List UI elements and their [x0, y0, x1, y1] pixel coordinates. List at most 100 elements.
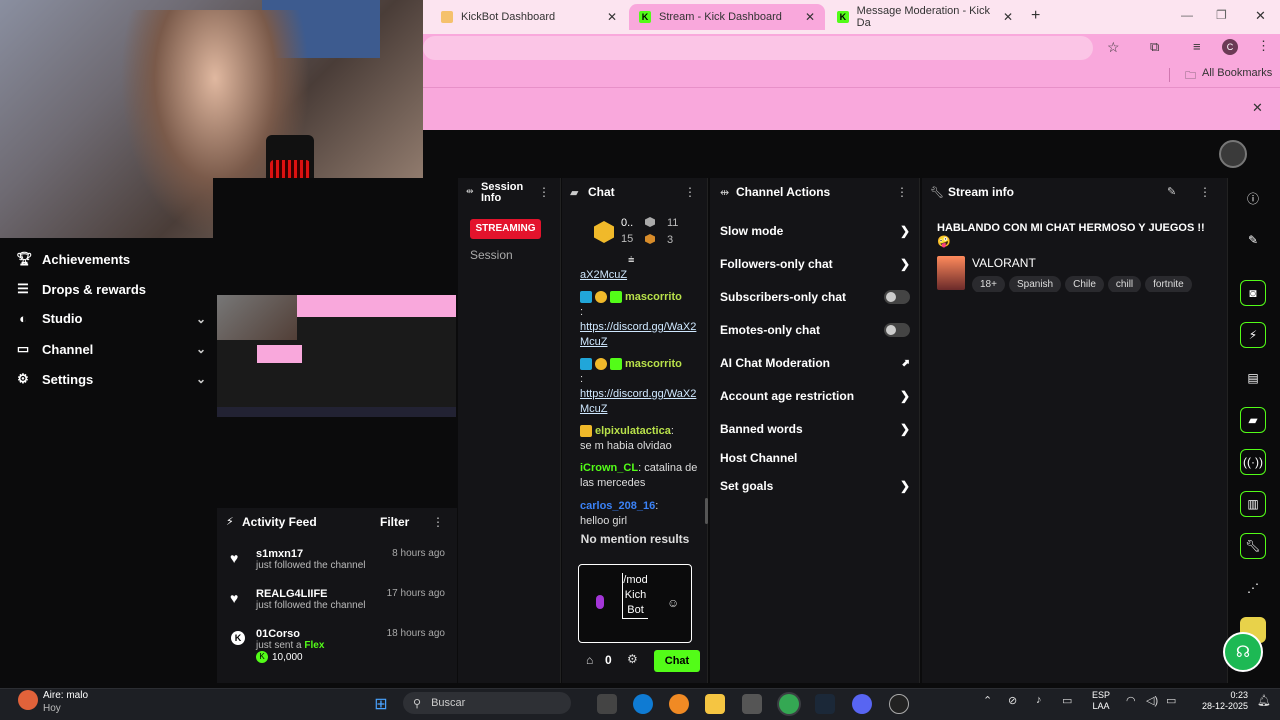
set-goals-item[interactable]: Set goals ❯: [720, 479, 910, 493]
followers-only-item[interactable]: Followers-only chat ❯: [720, 257, 910, 271]
store-app-icon[interactable]: [742, 694, 762, 714]
wifi-icon[interactable]: ◠: [1126, 694, 1136, 707]
firefox-icon[interactable]: [669, 694, 689, 714]
chat-username[interactable]: carlos_208_16: [580, 500, 655, 512]
host-channel-item[interactable]: Host Channel: [720, 451, 910, 465]
send-chat-button[interactable]: Chat: [654, 650, 700, 672]
language-indicator[interactable]: ESP LAA: [1092, 690, 1110, 712]
chevron-up-icon[interactable]: ⌃: [983, 694, 992, 707]
subscribers-only-toggle[interactable]: [884, 290, 910, 304]
chat-scrollbar[interactable]: [705, 498, 708, 524]
drag-handle-icon[interactable]: ⇹: [466, 186, 474, 197]
steam-icon[interactable]: [815, 694, 835, 714]
sidebar-item-achievements[interactable]: 🏆︎ Achievements: [16, 251, 206, 267]
info-icon[interactable]: ⓘ: [1240, 185, 1266, 211]
taskbar-search[interactable]: ⚲ Buscar: [403, 692, 571, 714]
tab-kickbot-dashboard[interactable]: KickBot Dashboard ✕: [431, 4, 627, 30]
weather-title[interactable]: Aire: malo: [43, 690, 88, 701]
all-bookmarks[interactable]: 🗀 All Bookmarks: [1185, 67, 1272, 86]
restore-icon[interactable]: ❐: [1216, 8, 1227, 22]
obs-icon[interactable]: [889, 694, 909, 714]
activity-menu-icon[interactable]: ⋮: [432, 515, 444, 529]
broadcast-icon[interactable]: ((·)): [1240, 449, 1266, 475]
chat-filter-icon[interactable]: ⩧: [628, 254, 634, 267]
url-input[interactable]: [423, 36, 1093, 60]
banned-words-item[interactable]: Banned words ❯: [720, 422, 910, 436]
session-tab[interactable]: Session: [470, 248, 513, 262]
sidebar-item-channel[interactable]: ▭ Channel ⌄: [16, 341, 206, 357]
chat-link[interactable]: https://discord.gg/WaX2McuZ: [580, 388, 696, 415]
chat-username[interactable]: mascorrito: [625, 358, 682, 370]
chat-input-text[interactable]: /mod KichBot: [622, 573, 648, 619]
slow-mode-item[interactable]: Slow mode ❯: [720, 224, 910, 238]
chat-link[interactable]: https://discord.gg/WaX2McuZ: [580, 321, 696, 348]
stream-info-menu-icon[interactable]: ⋮: [1199, 185, 1211, 199]
chat-menu-icon[interactable]: ⋮: [684, 185, 696, 199]
edge-icon[interactable]: [633, 694, 653, 714]
chat-settings-icon[interactable]: ⚙: [627, 652, 638, 666]
task-view-icon[interactable]: [597, 694, 617, 714]
stream-preview[interactable]: [217, 295, 456, 417]
star-bookmark-icon[interactable]: ☆: [1107, 39, 1120, 56]
windows-start-icon[interactable]: ⊞: [371, 694, 391, 714]
category-name[interactable]: VALORANT: [972, 256, 1036, 270]
channel-actions-menu-icon[interactable]: ⋮: [896, 185, 908, 199]
new-tab-icon[interactable]: +: [1031, 7, 1040, 25]
close-tab-icon[interactable]: ✕: [607, 10, 617, 24]
browser-menu-icon[interactable]: ⋮: [1257, 38, 1270, 54]
tab-message-moderation[interactable]: K Message Moderation - Kick Da ✕: [827, 4, 1023, 30]
display-icon[interactable]: ▭: [1062, 694, 1072, 707]
account-age-item[interactable]: Account age restriction ❯: [720, 389, 910, 403]
pencil-icon[interactable]: ✎: [1240, 227, 1266, 253]
chrome-icon[interactable]: [779, 694, 799, 714]
lightning-icon[interactable]: ⚡︎: [1240, 322, 1266, 348]
store-icon[interactable]: ⌂: [586, 653, 593, 667]
tag-chip[interactable]: 18+: [972, 276, 1005, 292]
notifications-icon[interactable]: 🔔︎: [1257, 694, 1271, 707]
user-avatar[interactable]: [1219, 140, 1247, 168]
emote-picker-icon[interactable]: ☺: [667, 596, 679, 610]
chat-icon[interactable]: ▰: [1240, 407, 1266, 433]
discord-icon[interactable]: [852, 694, 872, 714]
sidebar-item-drops[interactable]: ☰ Drops & rewards: [16, 281, 206, 297]
emotes-only-toggle[interactable]: [884, 323, 910, 337]
filter-button[interactable]: Filter: [380, 515, 409, 529]
sidebar-item-studio[interactable]: ◐ Studio ⌄: [16, 311, 206, 326]
minimize-icon[interactable]: —: [1181, 8, 1193, 22]
edit-icon[interactable]: ✎: [1167, 185, 1176, 198]
tag-chip[interactable]: fortnite: [1145, 276, 1192, 292]
close-banner-icon[interactable]: ✕: [1252, 100, 1263, 116]
volume-icon[interactable]: ◁): [1146, 694, 1158, 707]
chat-username[interactable]: iCrown_CL: [580, 462, 638, 474]
close-window-icon[interactable]: ✕: [1255, 8, 1266, 24]
chat-link[interactable]: aX2McuZ: [580, 269, 627, 281]
share-icon[interactable]: ⋰: [1240, 575, 1266, 601]
microphone-icon[interactable]: [596, 595, 604, 609]
tag-chip[interactable]: Spanish: [1008, 276, 1062, 292]
mic-tray-icon[interactable]: ♪: [1036, 694, 1042, 706]
support-headset-icon[interactable]: ☊: [1223, 632, 1263, 672]
chat-username[interactable]: elpixulatactica: [595, 425, 671, 437]
tag-chip[interactable]: chill: [1107, 276, 1142, 292]
layout-icon[interactable]: ▥: [1240, 491, 1266, 517]
notes-icon[interactable]: ▤: [1240, 365, 1266, 391]
chat-username[interactable]: mascorrito: [625, 291, 682, 303]
close-tab-icon[interactable]: ✕: [805, 10, 815, 24]
media-controls-icon[interactable]: ≡: [1193, 39, 1201, 54]
close-tab-icon[interactable]: ✕: [1003, 10, 1013, 24]
clock[interactable]: 0:23 28-12-2025: [1190, 690, 1248, 712]
battery-icon[interactable]: ▭: [1166, 694, 1176, 707]
extensions-icon[interactable]: ⧉: [1150, 39, 1159, 55]
file-explorer-icon[interactable]: [705, 694, 725, 714]
tab-stream-dashboard[interactable]: K Stream - Kick Dashboard ✕: [629, 4, 825, 30]
camera-icon[interactable]: ◙: [1240, 280, 1266, 306]
profile-avatar[interactable]: C: [1222, 39, 1238, 55]
wrench-icon[interactable]: 🔧︎: [1240, 533, 1266, 559]
network-off-icon[interactable]: ⊘: [1008, 694, 1017, 707]
session-menu-icon[interactable]: ⋮: [538, 185, 550, 199]
chat-input-box[interactable]: /mod KichBot ☺: [578, 564, 692, 643]
ai-moderation-item[interactable]: AI Chat Moderation ⬈: [720, 356, 910, 370]
tag-chip[interactable]: Chile: [1065, 276, 1104, 292]
drag-handle-icon[interactable]: ⇹: [720, 186, 729, 199]
sidebar-item-settings[interactable]: ⚙ Settings ⌄: [16, 371, 206, 387]
